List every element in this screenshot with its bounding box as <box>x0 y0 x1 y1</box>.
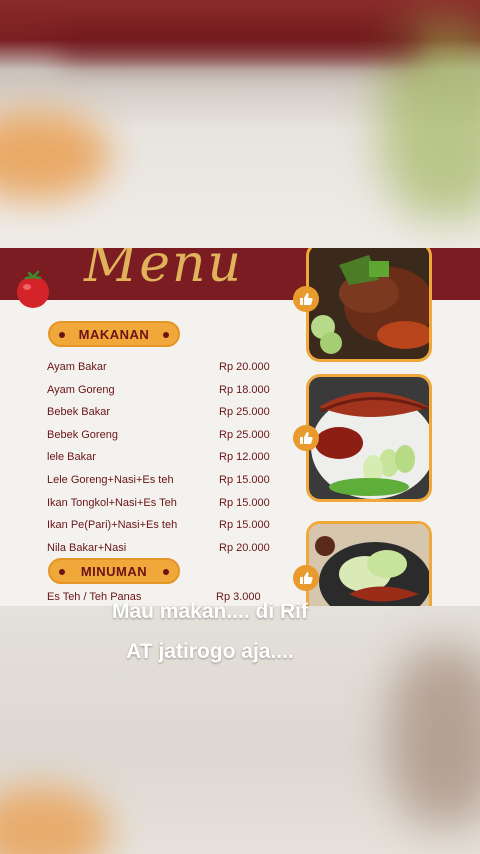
item-price: Rp 25.000 <box>219 406 270 418</box>
grilled-duck-image <box>309 248 429 359</box>
video-caption-line-2: AT jatirogo aja.... <box>126 640 294 663</box>
thumbs-up-icon <box>300 293 313 305</box>
list-item: Nila Bakar+Nasi Rp 20.000 <box>47 542 297 558</box>
item-price: Rp 12.000 <box>219 451 270 463</box>
blur-shape <box>0 786 110 854</box>
food-photo-fish <box>306 374 432 502</box>
item-name: Bebek Goreng <box>47 429 118 441</box>
food-photo-fish-cucumber <box>306 521 432 606</box>
menu-card: Menu MAKANAN Ayam Bakar Rp 20.000 Ayam G… <box>0 248 480 606</box>
item-price: Rp 15.000 <box>219 474 270 486</box>
list-item: Bebek Goreng Rp 25.000 <box>47 429 297 445</box>
item-name: Ayam Bakar <box>47 361 107 373</box>
list-item: Ikan Tongkol+Nasi+Es Teh Rp 15.000 <box>47 497 297 513</box>
list-item: Ayam Bakar Rp 20.000 <box>47 361 297 377</box>
makanan-section-pill: MAKANAN <box>48 321 180 347</box>
item-name: Ayam Goreng <box>47 384 115 396</box>
list-item: Ayam Goreng Rp 18.000 <box>47 384 297 400</box>
item-name: lele Bakar <box>47 451 96 463</box>
minuman-label: MINUMAN <box>80 563 148 579</box>
item-price: Rp 18.000 <box>219 384 270 396</box>
blur-shape <box>60 30 420 60</box>
menu-title: Menu <box>84 248 243 294</box>
list-item: Bebek Bakar Rp 25.000 <box>47 406 297 422</box>
tomato-icon <box>17 270 49 308</box>
video-caption-line-1: Mau makan.... di Rif <box>111 600 309 623</box>
fish-cucumber-image <box>309 524 429 606</box>
blur-shape <box>390 646 480 826</box>
like-button[interactable] <box>293 286 319 312</box>
item-price: Rp 15.000 <box>219 519 270 531</box>
item-price: Rp 25.000 <box>219 429 270 441</box>
item-name: Lele Goreng+Nasi+Es teh <box>47 474 174 486</box>
item-name: Bebek Bakar <box>47 406 110 418</box>
like-button[interactable] <box>293 565 319 591</box>
minuman-section-pill: MINUMAN <box>48 558 180 584</box>
grilled-fish-image <box>309 377 429 499</box>
list-item: Lele Goreng+Nasi+Es teh Rp 15.000 <box>47 474 297 490</box>
item-price: Rp 20.000 <box>219 542 270 554</box>
makanan-label: MAKANAN <box>78 326 150 342</box>
thumbs-up-icon <box>300 432 313 444</box>
item-name: Ikan Tongkol+Nasi+Es Teh <box>47 497 177 509</box>
item-price: Rp 20.000 <box>219 361 270 373</box>
list-item: Ikan Pe(Pari)+Nasi+Es teh Rp 15.000 <box>47 519 297 535</box>
item-name: Ikan Pe(Pari)+Nasi+Es teh <box>47 519 178 531</box>
blur-shape <box>0 110 110 200</box>
item-price: Rp 15.000 <box>219 497 270 509</box>
item-name: Nila Bakar+Nasi <box>47 542 127 554</box>
food-photo-duck <box>306 248 432 362</box>
blurred-background-top <box>0 0 480 248</box>
list-item: lele Bakar Rp 12.000 <box>47 451 297 467</box>
like-button[interactable] <box>293 425 319 451</box>
thumbs-up-icon <box>300 572 313 584</box>
